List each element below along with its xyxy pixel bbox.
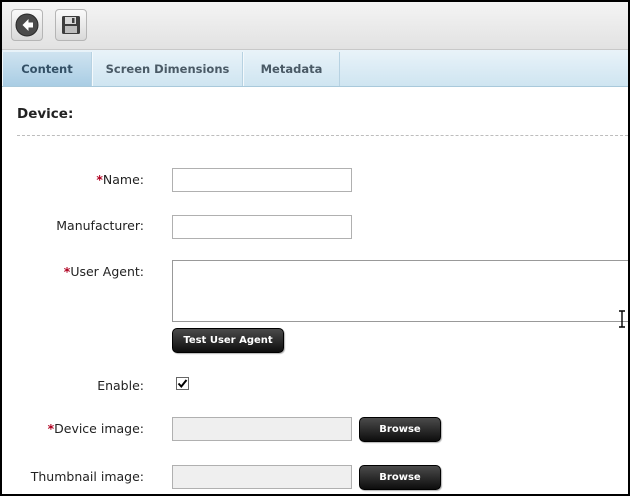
back-arrow-icon xyxy=(15,13,39,37)
app-window: Content Screen Dimensions Metadata Devic… xyxy=(0,0,630,496)
back-button[interactable] xyxy=(11,9,43,41)
floppy-disk-icon xyxy=(62,16,80,34)
thumbnail-image-field xyxy=(172,465,352,489)
user-agent-textarea[interactable] xyxy=(172,260,628,322)
tab-screen-dimensions[interactable]: Screen Dimensions xyxy=(92,52,243,86)
manufacturer-input[interactable] xyxy=(172,215,352,239)
checkmark-icon xyxy=(177,379,188,389)
manufacturer-label: Manufacturer: xyxy=(56,218,144,233)
user-agent-label: *User Agent: xyxy=(63,264,144,279)
page-title: Device: xyxy=(17,106,74,122)
toolbar xyxy=(2,2,628,50)
save-button[interactable] xyxy=(55,9,87,41)
enable-label: Enable: xyxy=(97,378,144,393)
device-image-field xyxy=(172,417,352,441)
tab-content[interactable]: Content xyxy=(2,52,92,86)
thumbnail-image-label: Thumbnail image: xyxy=(30,469,144,484)
divider xyxy=(17,135,628,136)
name-input[interactable] xyxy=(172,168,352,192)
tab-bar: Content Screen Dimensions Metadata xyxy=(2,50,628,87)
device-image-label: *Device image: xyxy=(47,421,144,436)
enable-checkbox[interactable] xyxy=(176,377,189,390)
thumbnail-image-browse-button[interactable]: Browse xyxy=(359,465,441,490)
name-label: *Name: xyxy=(96,172,144,187)
tab-metadata[interactable]: Metadata xyxy=(243,52,340,86)
text-cursor-icon xyxy=(619,310,625,328)
device-image-browse-button[interactable]: Browse xyxy=(359,417,441,442)
test-user-agent-button[interactable]: Test User Agent xyxy=(172,328,284,353)
